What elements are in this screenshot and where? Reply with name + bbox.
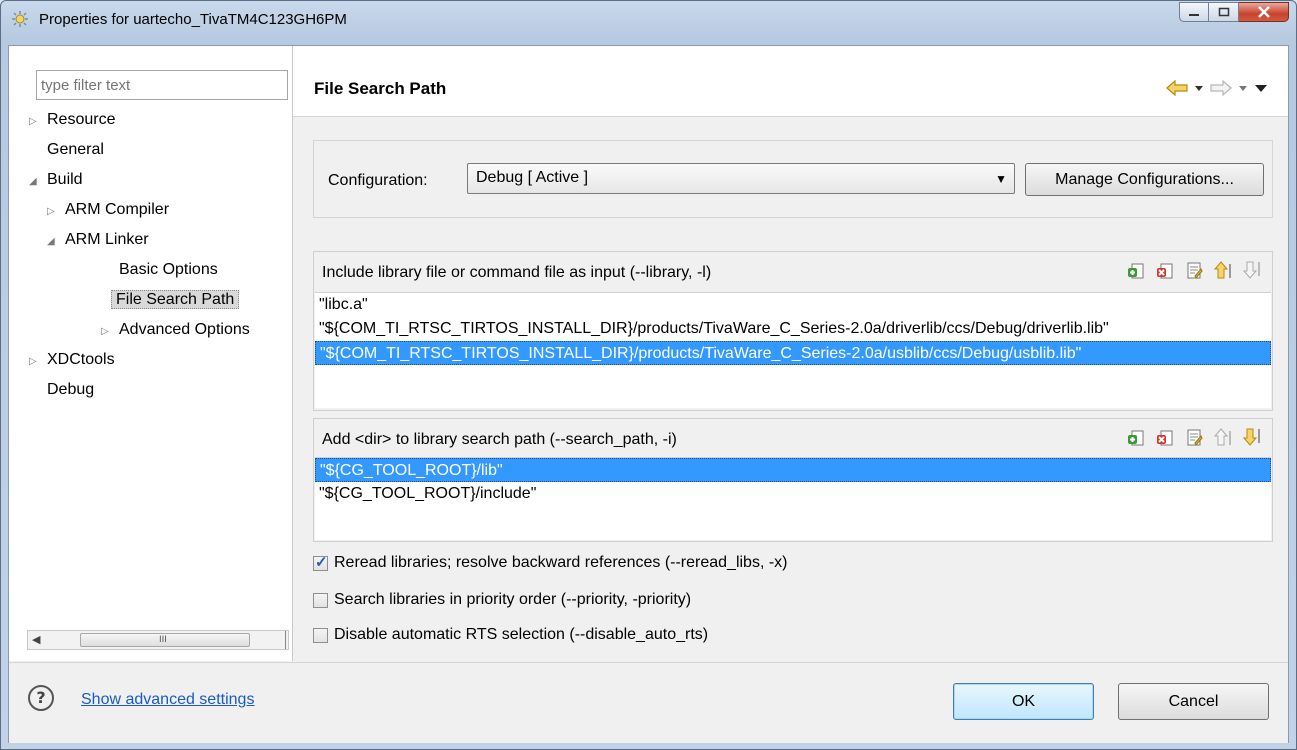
search-path-group: Add <dir> to library search path (--sear… xyxy=(313,418,1273,542)
tree-item-basic-options[interactable]: Basic Options xyxy=(119,256,218,284)
help-icon[interactable]: ? xyxy=(28,685,54,711)
add-icon[interactable] xyxy=(1126,260,1146,280)
back-arrow-icon[interactable] xyxy=(1166,80,1188,96)
search-path-list[interactable]: "${CG_TOOL_ROOT}/lib" "${CG_TOOL_ROOT}/i… xyxy=(315,457,1271,540)
edit-icon[interactable] xyxy=(1184,260,1204,280)
show-advanced-settings-link[interactable]: Show advanced settings xyxy=(81,691,254,709)
property-page: File Search Path Configuration: Debug [ … xyxy=(293,46,1288,661)
title-bar[interactable]: Properties for uartecho_TivaTM4C123GH6PM xyxy=(1,1,1296,37)
tree-hscrollbar[interactable]: ◀ III xyxy=(27,630,289,650)
collapse-icon[interactable]: ◢ xyxy=(47,228,61,256)
priority-checkbox[interactable] xyxy=(313,592,328,608)
dropdown-arrow-icon[interactable]: ▼ xyxy=(995,172,1007,186)
dialog-client: ▷Resource General ◢Build ▷ARM Compiler ◢… xyxy=(8,45,1289,743)
tree-item-arm-linker[interactable]: ◢ ARM Linker xyxy=(47,226,149,254)
chevron-down-icon[interactable] xyxy=(1194,84,1204,92)
maximize-button[interactable] xyxy=(1209,2,1239,22)
list-item[interactable]: "libc.a" xyxy=(315,293,1271,317)
configuration-value: Debug [ Active ] xyxy=(476,169,589,186)
tree-item-debug[interactable]: Debug xyxy=(47,376,94,404)
tree-item-resource[interactable]: ▷ Resource xyxy=(29,106,115,134)
expand-icon[interactable]: ▷ xyxy=(101,318,115,346)
reread-libs-checkbox[interactable] xyxy=(313,553,328,571)
delete-icon[interactable] xyxy=(1155,427,1175,447)
cancel-button[interactable]: Cancel xyxy=(1118,683,1269,720)
history-nav xyxy=(1166,80,1268,96)
minimize-icon xyxy=(1189,14,1199,16)
properties-window: Properties for uartecho_TivaTM4C123GH6PM… xyxy=(0,0,1297,750)
move-up-icon[interactable] xyxy=(1213,427,1233,447)
page-title: File Search Path xyxy=(314,79,447,98)
close-button[interactable] xyxy=(1239,2,1289,22)
page-header: File Search Path xyxy=(293,46,1288,117)
button-bar: ? Show advanced settings OK Cancel xyxy=(9,662,1288,743)
disable-auto-rts-checkbox[interactable] xyxy=(313,627,328,643)
close-icon xyxy=(1257,6,1270,18)
library-group: Include library file or command file as … xyxy=(313,251,1273,411)
scroll-thumb[interactable]: III xyxy=(80,633,250,647)
tree-item-advanced-options[interactable]: ▷ Advanced Options xyxy=(101,316,250,344)
expand-icon[interactable]: ▷ xyxy=(29,348,43,376)
manage-configurations-button[interactable]: Manage Configurations... xyxy=(1025,163,1264,196)
scroll-left-icon[interactable]: ◀ xyxy=(32,633,40,646)
search-path-group-header: Add <dir> to library search path (--sear… xyxy=(322,431,677,448)
move-down-icon[interactable] xyxy=(1242,427,1262,447)
maximize-icon xyxy=(1218,7,1229,17)
move-down-icon[interactable] xyxy=(1242,260,1262,280)
delete-icon[interactable] xyxy=(1155,260,1175,280)
configuration-label: Configuration: xyxy=(328,172,428,189)
disable-auto-rts-label: Disable automatic RTS selection (--disab… xyxy=(334,626,709,643)
configuration-group: Configuration: Debug [ Active ] ▼ Manage… xyxy=(313,140,1273,218)
priority-checkbox-row[interactable]: Search libraries in priority order (--pr… xyxy=(313,591,691,609)
list-item[interactable]: "${COM_TI_RTSC_TIRTOS_INSTALL_DIR}/produ… xyxy=(315,341,1271,365)
tree-item-xdctools[interactable]: ▷ XDCtools xyxy=(29,346,115,374)
nav-panel: ▷Resource General ◢Build ▷ARM Compiler ◢… xyxy=(9,46,293,661)
list-item[interactable]: "${CG_TOOL_ROOT}/lib" xyxy=(315,458,1271,482)
caption-buttons xyxy=(1179,2,1289,24)
reread-libs-label: Reread libraries; resolve backward refer… xyxy=(334,554,788,571)
list-item[interactable]: "${COM_TI_RTSC_TIRTOS_INSTALL_DIR}/produ… xyxy=(315,317,1271,341)
view-menu-icon[interactable] xyxy=(1254,83,1268,93)
library-toolbar xyxy=(1126,260,1262,280)
move-up-icon[interactable] xyxy=(1213,260,1233,280)
window-title: Properties for uartecho_TivaTM4C123GH6PM xyxy=(39,11,347,28)
expand-icon[interactable]: ▷ xyxy=(47,198,61,226)
reread-libs-checkbox-row[interactable]: Reread libraries; resolve backward refer… xyxy=(313,553,788,572)
library-group-header: Include library file or command file as … xyxy=(322,264,712,281)
search-path-toolbar xyxy=(1126,427,1262,447)
ok-button[interactable]: OK xyxy=(953,683,1094,720)
tree-item-general[interactable]: General xyxy=(47,136,104,164)
expand-icon[interactable]: ▷ xyxy=(29,108,43,136)
filter-input[interactable] xyxy=(36,70,288,100)
chevron-down-icon[interactable] xyxy=(1238,84,1248,92)
collapse-icon[interactable]: ◢ xyxy=(29,168,43,196)
minimize-button[interactable] xyxy=(1179,2,1209,22)
tree-item-file-search-path[interactable]: File Search Path xyxy=(111,286,240,314)
library-list[interactable]: "libc.a" "${COM_TI_RTSC_TIRTOS_INSTALL_D… xyxy=(315,292,1271,408)
configuration-select[interactable]: Debug [ Active ] ▼ xyxy=(467,163,1015,194)
tree-item-arm-compiler[interactable]: ▷ ARM Compiler xyxy=(47,196,169,224)
tree-item-build[interactable]: ◢ Build xyxy=(29,166,83,194)
list-item[interactable]: "${CG_TOOL_ROOT}/include" xyxy=(315,482,1271,506)
scroll-grip: III xyxy=(159,635,167,645)
priority-label: Search libraries in priority order (--pr… xyxy=(334,591,692,608)
edit-icon[interactable] xyxy=(1184,427,1204,447)
add-icon[interactable] xyxy=(1126,427,1146,447)
app-icon xyxy=(12,11,28,27)
forward-arrow-icon[interactable] xyxy=(1210,80,1232,96)
disable-auto-rts-checkbox-row[interactable]: Disable automatic RTS selection (--disab… xyxy=(313,626,708,644)
